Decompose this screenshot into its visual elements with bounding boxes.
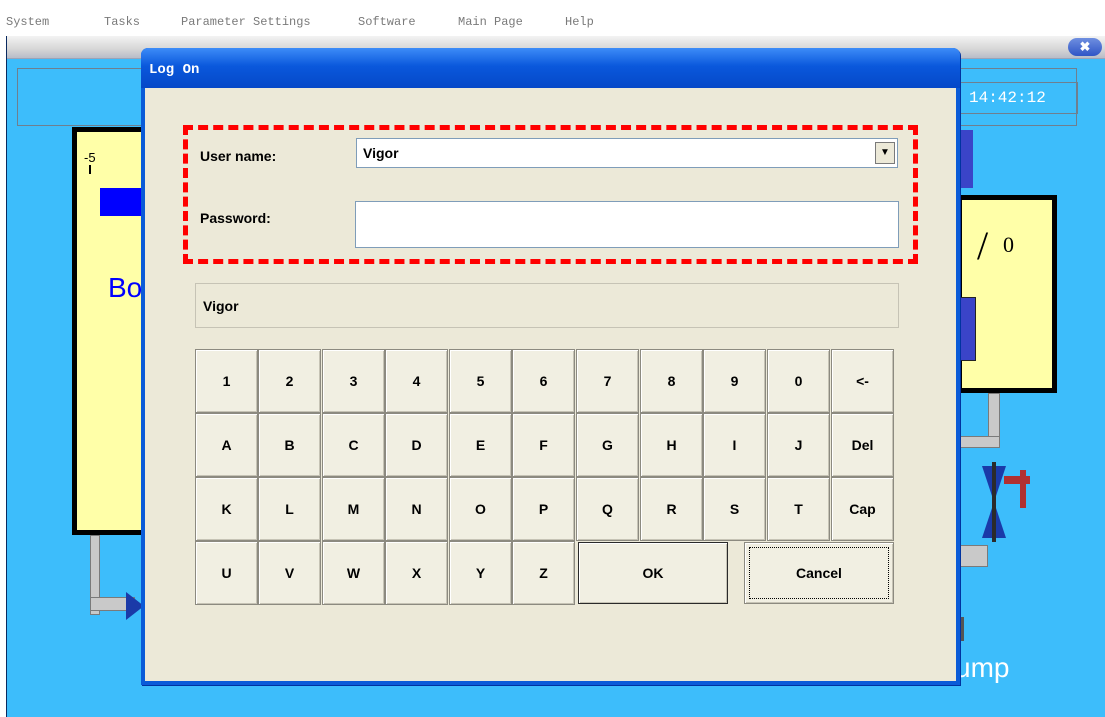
- key-c[interactable]: C: [322, 413, 385, 477]
- key-s[interactable]: S: [703, 477, 766, 541]
- key-3[interactable]: 3: [322, 349, 385, 413]
- key-j[interactable]: J: [767, 413, 830, 477]
- left-panel-text: Bo: [108, 272, 143, 303]
- key-r[interactable]: R: [640, 477, 703, 541]
- cancel-button[interactable]: Cancel: [744, 542, 894, 604]
- key-v[interactable]: V: [258, 541, 321, 605]
- key-n[interactable]: N: [385, 477, 448, 541]
- dialog-titlebar[interactable]: Log On: [141, 48, 960, 88]
- key-l[interactable]: L: [258, 477, 321, 541]
- key-0[interactable]: 0: [767, 349, 830, 413]
- key-q[interactable]: Q: [576, 477, 639, 541]
- key-u[interactable]: U: [195, 541, 258, 605]
- key-4[interactable]: 4: [385, 349, 448, 413]
- valve-stem: [1020, 470, 1026, 508]
- user-name-select[interactable]: Vigor ▼: [356, 138, 898, 168]
- slash-glyph: /: [977, 223, 989, 268]
- key-5[interactable]: 5: [449, 349, 512, 413]
- key-w[interactable]: W: [322, 541, 385, 605]
- caps-key[interactable]: Cap: [831, 477, 894, 541]
- key-a[interactable]: A: [195, 413, 258, 477]
- key-e[interactable]: E: [449, 413, 512, 477]
- menu-help[interactable]: Help: [565, 15, 594, 29]
- menu-parameter-settings[interactable]: Parameter Settings: [181, 15, 311, 29]
- user-name-value: Vigor: [363, 145, 399, 161]
- key-m[interactable]: M: [322, 477, 385, 541]
- pipe: [958, 436, 1000, 448]
- key-o[interactable]: O: [449, 477, 512, 541]
- key-7[interactable]: 7: [576, 349, 639, 413]
- focus-outline: [749, 547, 889, 599]
- user-name-label: User name:: [200, 148, 277, 164]
- menu-main-page[interactable]: Main Page: [458, 15, 523, 29]
- key-z[interactable]: Z: [512, 541, 575, 605]
- key-x[interactable]: X: [385, 541, 448, 605]
- key-t[interactable]: T: [767, 477, 830, 541]
- valve-handle: [1004, 476, 1030, 484]
- dialog-title: Log On: [149, 62, 200, 78]
- key-p[interactable]: P: [512, 477, 575, 541]
- menu-software[interactable]: Software: [358, 15, 416, 29]
- input-display: Vigor: [195, 283, 899, 328]
- scale-label: -5: [84, 150, 96, 165]
- password-label: Password:: [200, 210, 271, 226]
- menu-system[interactable]: System: [6, 15, 49, 29]
- key-k[interactable]: K: [195, 477, 258, 541]
- key-d[interactable]: D: [385, 413, 448, 477]
- key-1[interactable]: 1: [195, 349, 258, 413]
- key-6[interactable]: 6: [512, 349, 575, 413]
- right-tank-panel: [957, 195, 1057, 393]
- key-2[interactable]: 2: [258, 349, 321, 413]
- pipe: [958, 545, 988, 567]
- delete-key[interactable]: Del: [831, 413, 894, 477]
- key-f[interactable]: F: [512, 413, 575, 477]
- valve-icon: [982, 462, 1006, 542]
- pump-label: ump: [955, 652, 1010, 683]
- menu-bar: System Tasks Parameter Settings Software…: [0, 0, 1105, 34]
- input-display-text: Vigor: [203, 298, 239, 314]
- key-y[interactable]: Y: [449, 541, 512, 605]
- close-icon[interactable]: ✖: [1068, 38, 1102, 56]
- menu-tasks[interactable]: Tasks: [104, 15, 140, 29]
- key-g[interactable]: G: [576, 413, 639, 477]
- key-h[interactable]: H: [640, 413, 703, 477]
- indicator-bar: [958, 297, 976, 361]
- key-9[interactable]: 9: [703, 349, 766, 413]
- ok-button[interactable]: OK: [578, 542, 728, 604]
- clock-display: 14:42:12: [960, 82, 1078, 114]
- key-8[interactable]: 8: [640, 349, 703, 413]
- key-b[interactable]: B: [258, 413, 321, 477]
- backspace-key[interactable]: <-: [831, 349, 894, 413]
- password-field[interactable]: [355, 201, 899, 248]
- right-value: 0: [1003, 232, 1014, 257]
- scale-tick: [89, 165, 91, 174]
- chevron-down-icon[interactable]: ▼: [875, 142, 895, 164]
- key-i[interactable]: I: [703, 413, 766, 477]
